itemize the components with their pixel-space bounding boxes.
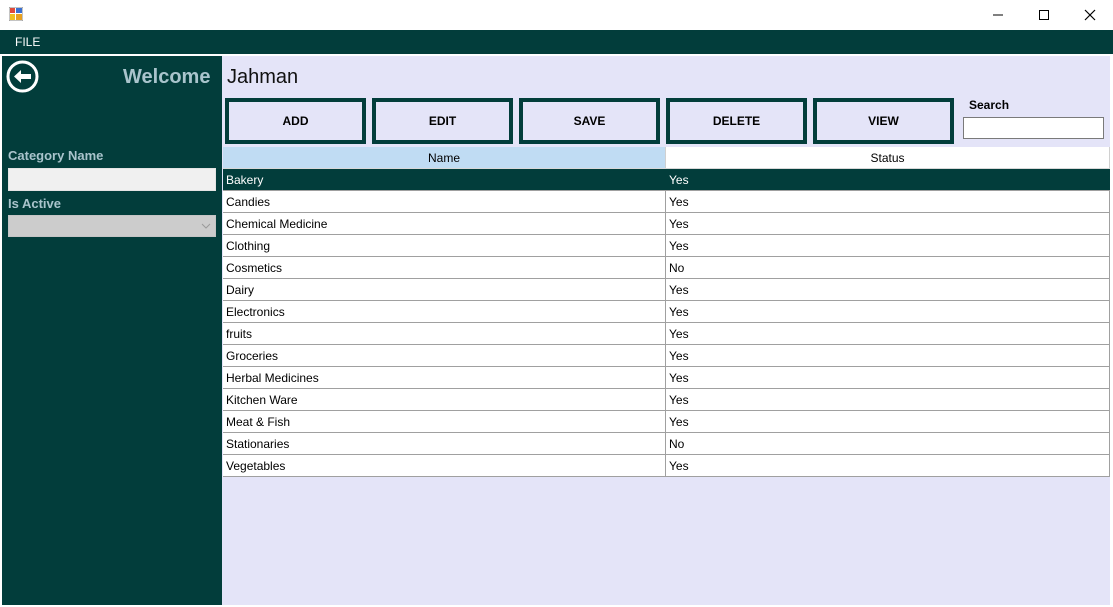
cell-status[interactable]: No <box>666 433 1110 454</box>
main-panel: Jahman ADD EDIT SAVE DELETE VIEW Search … <box>222 56 1110 605</box>
category-grid: Name Status Bakery Yes Candies Yes Chemical … <box>223 147 1110 477</box>
cell-status[interactable]: Yes <box>666 169 1110 190</box>
is-active-label: Is Active <box>8 196 61 211</box>
cell-name[interactable]: Kitchen Ware <box>223 389 666 410</box>
table-row[interactable]: Vegetables Yes <box>223 455 1110 477</box>
grid-body: Bakery Yes Candies Yes Chemical Medicine Yes C… <box>223 169 1110 477</box>
cell-name[interactable]: Electronics <box>223 301 666 322</box>
cell-name[interactable]: Groceries <box>223 345 666 366</box>
column-header-name[interactable]: Name <box>223 147 666 168</box>
cell-status[interactable]: Yes <box>666 279 1110 300</box>
table-row[interactable]: fruits Yes <box>223 323 1110 345</box>
cell-status[interactable]: Yes <box>666 455 1110 476</box>
welcome-heading: Welcome <box>123 66 211 88</box>
close-button[interactable] <box>1067 0 1113 30</box>
table-row[interactable]: Kitchen Ware Yes <box>223 389 1110 411</box>
table-row[interactable]: Electronics Yes <box>223 301 1110 323</box>
is-active-dropdown[interactable] <box>8 215 216 237</box>
save-button[interactable]: SAVE <box>519 98 660 144</box>
table-row[interactable]: Dairy Yes <box>223 279 1110 301</box>
cell-name[interactable]: Chemical Medicine <box>223 213 666 234</box>
back-arrow-icon[interactable] <box>6 60 39 93</box>
category-name-label: Category Name <box>8 148 104 163</box>
table-row[interactable]: Herbal Medicines Yes <box>223 367 1110 389</box>
column-header-status[interactable]: Status <box>666 147 1110 168</box>
cell-status[interactable]: Yes <box>666 301 1110 322</box>
cell-status[interactable]: Yes <box>666 389 1110 410</box>
table-row[interactable]: Cosmetics No <box>223 257 1110 279</box>
cell-name[interactable]: fruits <box>223 323 666 344</box>
category-name-input[interactable] <box>8 168 216 191</box>
table-row[interactable]: Clothing Yes <box>223 235 1110 257</box>
table-row[interactable]: Meat & Fish Yes <box>223 411 1110 433</box>
cell-status[interactable]: Yes <box>666 323 1110 344</box>
chevron-down-icon <box>201 223 211 229</box>
table-row[interactable]: Groceries Yes <box>223 345 1110 367</box>
cell-status[interactable]: Yes <box>666 191 1110 212</box>
username-label: Jahman <box>227 66 299 88</box>
menu-item-file[interactable]: FILE <box>15 35 40 49</box>
table-row[interactable]: Candies Yes <box>223 191 1110 213</box>
cell-status[interactable]: Yes <box>666 411 1110 432</box>
cell-name[interactable]: Stationaries <box>223 433 666 454</box>
minimize-icon <box>993 14 1003 16</box>
title-bar <box>0 0 1113 30</box>
table-row[interactable]: Stationaries No <box>223 433 1110 455</box>
cell-name[interactable]: Dairy <box>223 279 666 300</box>
grid-header: Name Status <box>223 147 1110 169</box>
cell-name[interactable]: Meat & Fish <box>223 411 666 432</box>
cell-status[interactable]: Yes <box>666 345 1110 366</box>
edit-button[interactable]: EDIT <box>372 98 513 144</box>
cell-name[interactable]: Vegetables <box>223 455 666 476</box>
delete-button[interactable]: DELETE <box>666 98 807 144</box>
search-input[interactable] <box>963 117 1104 139</box>
table-row[interactable]: Chemical Medicine Yes <box>223 213 1110 235</box>
minimize-button[interactable] <box>975 0 1021 30</box>
cell-name[interactable]: Cosmetics <box>223 257 666 278</box>
view-button[interactable]: VIEW <box>813 98 954 144</box>
cell-name[interactable]: Clothing <box>223 235 666 256</box>
cell-name[interactable]: Bakery <box>223 169 666 190</box>
application-window: FILE Welcome Category Name Is Active Jah… <box>0 0 1113 607</box>
sidebar: Welcome Category Name Is Active <box>2 56 222 605</box>
cell-name[interactable]: Candies <box>223 191 666 212</box>
close-icon <box>1084 9 1096 21</box>
maximize-icon <box>1039 10 1049 20</box>
cell-status[interactable]: Yes <box>666 235 1110 256</box>
cell-status[interactable]: Yes <box>666 367 1110 388</box>
search-label: Search <box>969 98 1010 112</box>
table-row[interactable]: Bakery Yes <box>223 169 1110 191</box>
cell-status[interactable]: No <box>666 257 1110 278</box>
cell-status[interactable]: Yes <box>666 213 1110 234</box>
app-icon <box>9 7 23 21</box>
cell-name[interactable]: Herbal Medicines <box>223 367 666 388</box>
maximize-button[interactable] <box>1021 0 1067 30</box>
add-button[interactable]: ADD <box>225 98 366 144</box>
menu-bar: FILE <box>0 30 1113 54</box>
